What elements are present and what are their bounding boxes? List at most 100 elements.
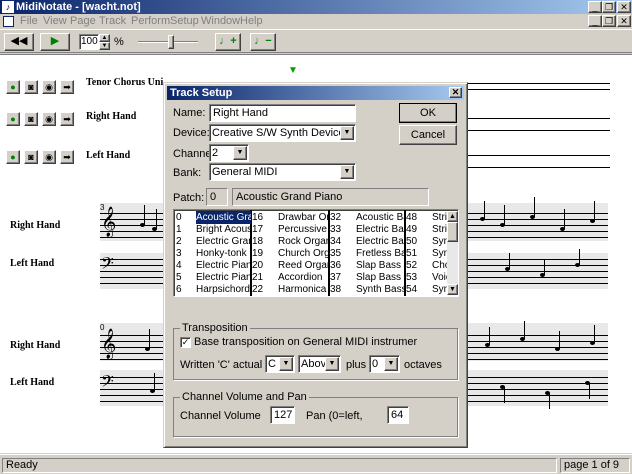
play-icon[interactable]: ▶: [40, 33, 70, 51]
staff-line: [468, 265, 608, 266]
bank-select[interactable]: General MIDI ▼: [209, 163, 356, 181]
patch-list-item[interactable]: Harpsichord: [196, 283, 251, 296]
toolbar: ◀◀ ▶ 100 ▲ ▼ % ♩+ ♩−: [0, 29, 632, 53]
mdi-minimize-button[interactable]: _: [588, 15, 602, 27]
track-label: Right Hand: [10, 220, 61, 231]
bank-label: Bank:: [173, 167, 202, 179]
staff-line: [465, 155, 610, 156]
menu-perform[interactable]: Perform: [131, 15, 170, 28]
device-select[interactable]: Creative S/W Synth Device ▼: [209, 124, 356, 142]
chevron-down-icon[interactable]: ▼: [233, 146, 247, 160]
menu-setup[interactable]: Setup: [170, 15, 199, 28]
mdi-restore-button[interactable]: ❐: [602, 15, 616, 27]
chevron-down-icon[interactable]: ▼: [340, 126, 354, 140]
rewind-icon[interactable]: ◀◀: [4, 33, 34, 51]
zoom-up-icon[interactable]: ▲: [99, 34, 110, 42]
name-label: Name:: [173, 107, 206, 119]
staff-line: [465, 167, 610, 168]
pitch-select[interactable]: C ▼: [265, 355, 295, 373]
close-icon[interactable]: ✕: [449, 87, 462, 98]
staff-line: [468, 353, 608, 354]
staff-line: [465, 118, 610, 119]
close-button[interactable]: ✕: [617, 1, 631, 13]
scroll-thumb[interactable]: [447, 222, 458, 242]
patch-list-item[interactable]: Harmonica: [278, 283, 328, 296]
zoom-input[interactable]: 100: [79, 34, 99, 50]
slider-thumb[interactable]: [168, 35, 174, 49]
channel-select[interactable]: 2 ▼: [209, 144, 249, 162]
scroll-up-icon[interactable]: ▲: [447, 211, 458, 222]
staff-line: [465, 130, 610, 131]
name-input[interactable]: Right Hand: [209, 104, 356, 122]
pan-input[interactable]: 64: [387, 406, 409, 424]
maximize-button[interactable]: ❐: [602, 1, 616, 13]
chevron-down-icon[interactable]: ▼: [279, 357, 293, 371]
cancel-button[interactable]: Cancel: [399, 125, 457, 145]
chevron-down-icon[interactable]: ▼: [325, 357, 339, 371]
track-label: Right Hand: [86, 111, 137, 122]
mdi-close-button[interactable]: ✕: [617, 15, 631, 27]
track-solo-icon[interactable]: ◙: [24, 80, 38, 94]
remove-note-icon[interactable]: ♩−: [250, 33, 276, 51]
scroll-down-icon[interactable]: ▼: [447, 284, 458, 295]
note-stem: [524, 321, 525, 339]
menu-view[interactable]: View: [43, 15, 67, 28]
status-bar: Ready page 1 of 9: [0, 454, 632, 474]
chevron-down-icon[interactable]: ▼: [384, 357, 398, 371]
note-stem: [544, 259, 545, 275]
zoom-down-icon[interactable]: ▼: [99, 42, 110, 50]
base-transposition-checkbox[interactable]: ✓: [180, 337, 191, 348]
track-label: Tenor Chorus Uni: [86, 77, 164, 88]
track-mute-icon[interactable]: ◉: [42, 112, 56, 126]
base-transposition-label: Base transposition on General MIDI instr…: [194, 336, 418, 348]
track-mute-icon[interactable]: ◉: [42, 80, 56, 94]
octaves-label: octaves: [404, 359, 442, 371]
track-solo-icon[interactable]: ◙: [24, 150, 38, 164]
direction-select[interactable]: Above ▼: [298, 355, 341, 373]
menu-track[interactable]: Track: [99, 15, 126, 28]
note-stem: [144, 205, 145, 225]
menu-file[interactable]: File: [20, 15, 38, 28]
patch-number-cell: 38: [330, 284, 342, 295]
dialog-title: Track Setup: [170, 87, 233, 99]
staff-line: [100, 359, 165, 360]
plus-label: plus: [346, 359, 367, 371]
patch-number: 0: [206, 188, 228, 206]
note-stem: [534, 197, 535, 217]
minimize-button[interactable]: _: [588, 1, 602, 13]
title-bar: ♪ MidiNotate - [wacht.not] _ ❐ ✕: [0, 0, 632, 14]
menu-bar: File View Page Track Perform Setup Windo…: [0, 14, 632, 29]
staff-line: [468, 377, 608, 378]
track-mute-icon[interactable]: ◉: [42, 150, 56, 164]
volume-input[interactable]: 127: [270, 406, 295, 424]
pan-label: Pan (0=left,: [306, 410, 363, 422]
note-stem: [549, 393, 550, 409]
chevron-down-icon[interactable]: ▼: [340, 165, 354, 179]
note-stem: [509, 253, 510, 269]
staff-line: [100, 395, 165, 396]
patch-list-item[interactable]: Synth Bass 1: [356, 283, 406, 296]
add-note-icon[interactable]: ♩+: [215, 33, 241, 51]
bass-clef-icon: 𝄢: [101, 253, 114, 277]
staff-line: [100, 277, 165, 278]
track-arrow-icon[interactable]: ➡: [60, 150, 74, 164]
track-solo-icon[interactable]: ◙: [24, 112, 38, 126]
track-arrow-icon[interactable]: ➡: [60, 80, 74, 94]
bass-clef-icon: 𝄢: [101, 371, 114, 395]
track-enable-icon[interactable]: ●: [6, 150, 20, 164]
menu-help[interactable]: Help: [240, 15, 263, 28]
octaves-select[interactable]: 0 ▼: [369, 355, 400, 373]
page-indicator: page 1 of 9: [560, 458, 630, 473]
patch-label: Patch:: [173, 192, 205, 204]
track-enable-icon[interactable]: ●: [6, 112, 20, 126]
menu-page[interactable]: Page: [70, 15, 96, 28]
staff-line: [468, 277, 608, 278]
patch-list[interactable]: 0Acoustic Gran1Bright Acoust2Electric Gr…: [173, 209, 459, 297]
document-icon[interactable]: [3, 16, 14, 27]
staff-line: [468, 395, 608, 396]
note-stem: [594, 325, 595, 343]
menu-window[interactable]: Window: [201, 15, 240, 28]
track-arrow-icon[interactable]: ➡: [60, 112, 74, 126]
track-enable-icon[interactable]: ●: [6, 80, 20, 94]
ok-button[interactable]: OK: [399, 103, 457, 123]
